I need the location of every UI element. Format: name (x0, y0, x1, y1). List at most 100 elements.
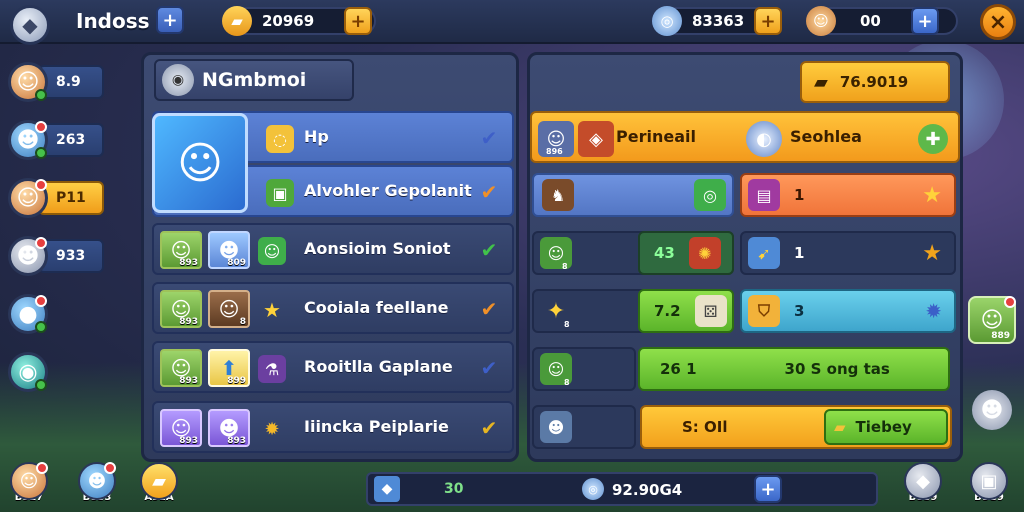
table-row: ✦ 8 7.2 ⚄ ⛉ 3 ✹ (530, 285, 960, 339)
item-cell[interactable]: ☺ 8 (532, 347, 636, 391)
close-button[interactable]: × (980, 4, 1016, 40)
tab-avatar-number: 896 (546, 147, 563, 156)
avatar: ● (8, 294, 48, 334)
check-icon[interactable]: ✔ (476, 237, 502, 263)
armor-icon: ◈ (578, 121, 614, 157)
value-cell[interactable]: ➹ 1 ★ (740, 231, 956, 275)
tiebey-button[interactable]: ▰ Tiebey (824, 409, 948, 445)
menu-logo-button[interactable]: ◆ (10, 5, 50, 45)
row-label: Aonsioim Soniot (304, 239, 451, 258)
cell-value: S: OIl (682, 418, 728, 436)
gear-icon: ✹ (925, 299, 942, 323)
value-cell[interactable]: ▤ 1 ★ (740, 173, 956, 217)
list-item[interactable]: ☺ 893 ⬆ 899 ⚗ Rooitlla Gaplane ✔ (152, 341, 514, 393)
bottom-bar: ☺ B927 ☻ B8S3 ▰ A9EA ◆ 30 ◎ 92.90G4 + ◆ … (0, 462, 1024, 512)
bottom-item-5[interactable]: ▣ B8G9 (970, 462, 1008, 503)
cell-value: 1 (794, 244, 805, 262)
table-row: ☺ 8 43 ✺ ➹ 1 ★ (530, 227, 960, 281)
check-icon[interactable]: ✔ (476, 125, 502, 151)
notification-badge (35, 179, 47, 191)
cube-icon: ◆ (904, 462, 942, 500)
check-icon[interactable]: ✔ (476, 415, 502, 441)
energy-add-button[interactable]: + (911, 7, 939, 35)
notification-badge (35, 295, 47, 307)
list-item[interactable]: ☺ 893 ☺ 8 ★ Cooiala feellane ✔ (152, 282, 514, 334)
gold-add-button[interactable]: + (344, 7, 372, 35)
avatar: ☺ (8, 62, 48, 102)
cell-value: 3 (794, 302, 805, 320)
tab-seohlea[interactable]: Seohlea (790, 127, 862, 146)
gem-icon: ◎ (582, 478, 604, 500)
hero-list-panel: ◉ NGmbmoi ◌ Hp ✔ ▣ Alvohler Gepolanit ✔ … (141, 52, 519, 462)
hero-thumb: ☺ 893 (160, 231, 202, 269)
item-cell[interactable]: ☻ (532, 405, 636, 449)
arrow-icon: ➹ (748, 237, 780, 269)
avatar-icon: ☺ (10, 462, 48, 500)
online-badge (35, 379, 47, 391)
tab-perineail[interactable]: Perineail (616, 127, 696, 146)
bottom-resource-strip: ◆ 30 ◎ 92.90G4 + (366, 472, 878, 506)
rail-item-6[interactable]: ◉ (8, 352, 48, 392)
confirm-icon[interactable]: ✚ (918, 124, 948, 154)
game-title: Indoss (76, 9, 150, 33)
crystal-icon: ◆ (374, 476, 400, 502)
check-icon[interactable]: ✔ (476, 179, 502, 205)
notification-badge (35, 237, 47, 249)
value-cell[interactable]: ⛉ 3 ✹ (740, 289, 956, 333)
rail-item-2[interactable]: ☻ 263 (8, 120, 104, 160)
side-helper-button[interactable]: ☻ (972, 390, 1012, 430)
progress-cell[interactable]: 26 1 30 S ong tas (638, 347, 950, 391)
avatar-number: 8 (564, 377, 570, 387)
gold-value: 20969 (262, 12, 315, 30)
thumb-number: 893 (179, 317, 198, 327)
bottom-item-3[interactable]: ▰ A9EA (140, 462, 178, 503)
thumb-number: 899 (227, 376, 246, 386)
notification-badge (104, 462, 116, 474)
notification-badge (1004, 296, 1016, 308)
hero-thumb: ☺ 893 (160, 349, 202, 387)
list-item[interactable]: ☺ 893 ☻ 809 ☺ Aonsioim Soniot ✔ (152, 223, 514, 275)
side-hero-chip[interactable]: ☺ 889 (968, 296, 1016, 344)
check-icon[interactable]: ✔ (476, 355, 502, 381)
panel-title: NGmbmoi (202, 69, 307, 91)
row-label: Alvohler Gepolanit (304, 181, 472, 200)
add-button[interactable]: + (156, 6, 184, 34)
shield-icon: ◐ (746, 121, 782, 157)
rail-item-3[interactable]: ☺ P11 (8, 178, 104, 218)
avatar: ☺ (8, 178, 48, 218)
rail-item-4[interactable]: ☻ 933 (8, 236, 104, 276)
hero-portrait-icon: ☺ (980, 307, 1004, 333)
cell-value: 7.2 (654, 302, 681, 320)
bottom-add-button[interactable]: + (754, 475, 782, 503)
item-cell[interactable]: ♞ ◎ (532, 173, 734, 217)
cta-value: 76.9019 (839, 73, 909, 91)
bottom-item-1[interactable]: ☺ B927 (10, 462, 48, 503)
hero-portrait-icon: ☺ (177, 137, 223, 189)
bottom-item-2[interactable]: ☻ B8S3 (78, 462, 116, 503)
hero-thumb: ☻ 809 (208, 231, 250, 269)
rail-item-1[interactable]: ☺ 8.9 (8, 62, 104, 102)
check-icon[interactable]: ✔ (476, 296, 502, 322)
cell-value: 1 (794, 186, 805, 204)
gold-bar-icon: ▰ (834, 418, 846, 436)
avatar: ☻ (8, 120, 48, 160)
row-label: Rooitlla Gaplane (304, 357, 453, 376)
eye-icon: ◎ (694, 179, 726, 211)
online-badge (35, 321, 47, 333)
helmet-icon: ♞ (542, 179, 574, 211)
list-item[interactable]: ☺ 893 ☻ 893 ✹ Iiincka Peiplarie ✔ (152, 401, 514, 453)
table-row: ☻ S: OIl ▰ Tiebey (530, 401, 960, 455)
panel-header: ◉ NGmbmoi (154, 59, 354, 101)
thumb-number: 809 (227, 258, 246, 268)
bottom-item-4[interactable]: ◆ B8S9 (904, 462, 942, 503)
cell-value: 43 (654, 244, 675, 262)
hero-card[interactable]: ☺ (152, 113, 248, 213)
stat-cell[interactable]: 43 ✺ (638, 231, 734, 275)
rail-item-5[interactable]: ● (8, 294, 48, 334)
action-cell[interactable]: S: OIl ▰ Tiebey (640, 405, 952, 449)
cell-label: 30 S ong tas (784, 360, 890, 378)
gold-cta-button[interactable]: ▰ 76.9019 (800, 61, 950, 103)
hero-thumb: ⬆ 899 (208, 349, 250, 387)
gems-add-button[interactable]: + (754, 7, 782, 35)
stat-cell[interactable]: 7.2 ⚄ (638, 289, 734, 333)
